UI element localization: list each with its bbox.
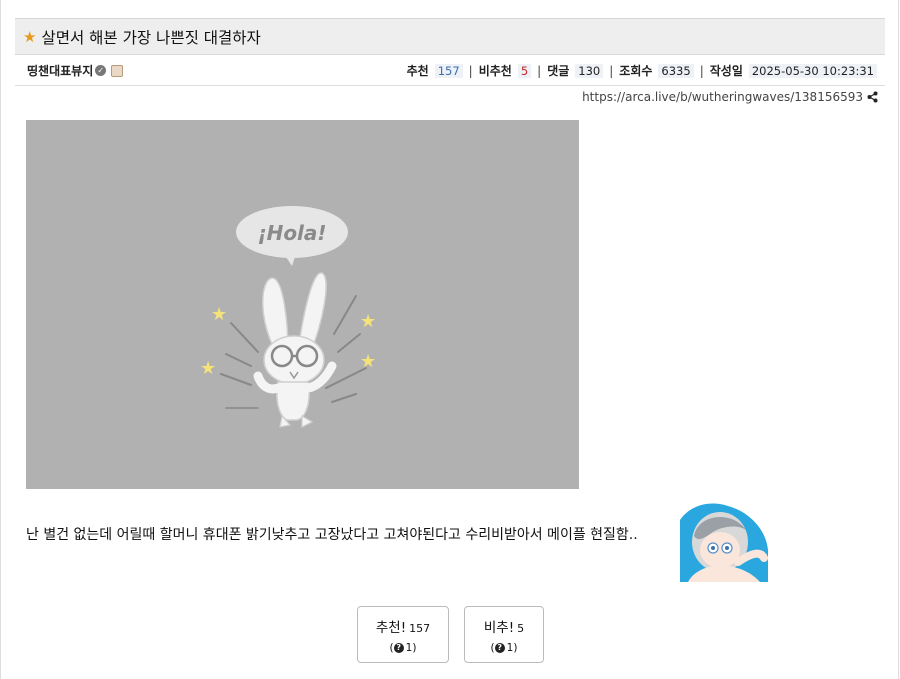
info-bar: 띵챈대표뷰지 ✓ 추천 157 | 비추천 5 | 댓글 130 | 조회수 6… <box>15 56 885 86</box>
recommend-button-main: 추천! 157 <box>376 616 430 636</box>
comments-count: 130 <box>575 63 604 78</box>
downvote-button-label: 비추! <box>483 619 515 636</box>
recommend-sub-count: 1) <box>405 641 417 654</box>
downvote-button[interactable]: 비추! 5 (? 1) <box>464 606 544 663</box>
author-info[interactable]: 띵챈대표뷰지 ✓ <box>27 62 124 79</box>
post-title: 살면서 해본 가장 나쁜짓 대결하자 <box>41 28 261 47</box>
sparkle-icon: ★ <box>360 351 376 372</box>
downvote-label: 비추천 <box>478 64 512 78</box>
downvote-sub-count: 1) <box>506 641 518 654</box>
comments-label: 댓글 <box>547 64 570 78</box>
post-body-text: 난 별건 없는데 어릴때 할머니 휴대폰 밝기낮추고 고장났다고 고쳐야된다고 … <box>26 527 638 543</box>
question-icon: ? <box>494 642 505 653</box>
title-bar: ★ 살면서 해본 가장 나쁜짓 대결하자 <box>15 18 885 55</box>
speech-bubble-text: ¡Hola! <box>257 221 326 245</box>
sparkle-icon: ★ <box>200 358 216 379</box>
star-icon: ★ <box>23 27 37 46</box>
emoticon-sticker <box>680 503 768 582</box>
downvote-button-main: 비추! 5 <box>484 616 524 636</box>
post-image-placeholder[interactable]: ¡Hola! ★ ★ ★ ★ <box>26 120 579 489</box>
views-label: 조회수 <box>619 64 653 78</box>
hola-bunny-illustration: ¡Hola! ★ ★ ★ ★ <box>200 206 376 428</box>
recommend-button[interactable]: 추천! 157 (? 1) <box>357 606 449 663</box>
sparkle-icon: ★ <box>211 304 227 325</box>
recommend-button-sub: (? 1) <box>389 641 417 654</box>
recommend-label: 추천 <box>406 64 429 78</box>
recommend-button-label: 추천! <box>375 619 407 636</box>
date-label: 작성일 <box>709 64 743 78</box>
separator: | <box>699 63 704 78</box>
post-date: 2025-05-30 10:23:31 <box>748 63 877 78</box>
recommend-count: 157 <box>434 63 463 78</box>
downvote-button-count: 5 <box>517 621 525 635</box>
recommend-button-count: 157 <box>409 621 431 635</box>
separator: | <box>468 63 473 78</box>
separator: | <box>609 63 614 78</box>
post-url[interactable]: https://arca.live/b/wutheringwaves/13815… <box>582 90 863 104</box>
downvote-count: 5 <box>517 63 532 78</box>
views-count: 6335 <box>658 63 694 78</box>
user-badge-icon <box>111 64 124 77</box>
post-url-row[interactable]: https://arca.live/b/wutheringwaves/13815… <box>582 90 878 104</box>
post-stats: 추천 157 | 비추천 5 | 댓글 130 | 조회수 6335 | 작성일… <box>407 62 877 79</box>
sparkle-icon: ★ <box>360 311 376 332</box>
share-icon[interactable] <box>867 91 878 103</box>
downvote-button-sub: (? 1) <box>490 641 518 654</box>
question-icon: ? <box>393 642 404 653</box>
separator: | <box>537 63 542 78</box>
author-name[interactable]: 띵챈대표뷰지 <box>27 62 93 79</box>
verified-icon: ✓ <box>95 65 107 76</box>
